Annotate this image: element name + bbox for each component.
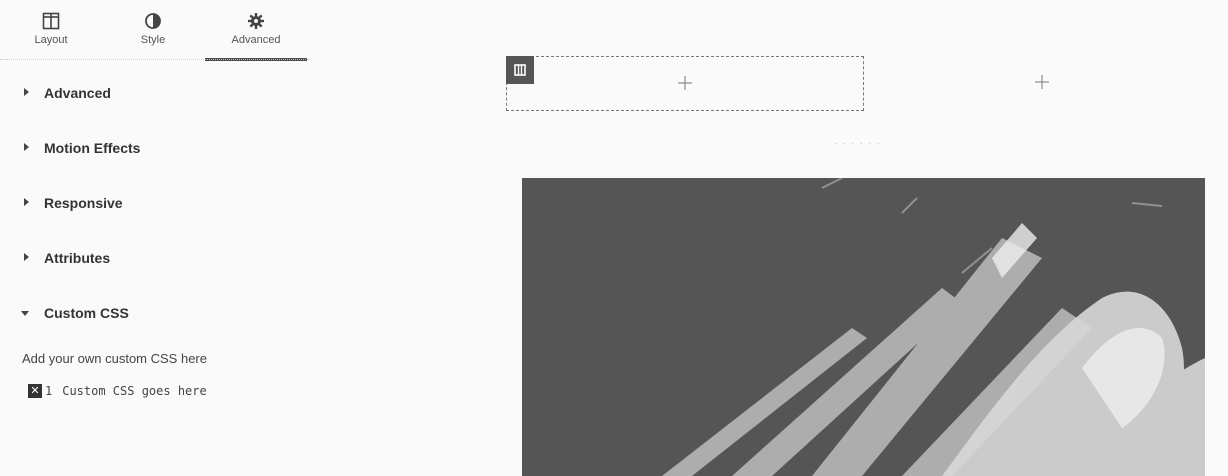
- section-responsive-label: Responsive: [44, 195, 123, 211]
- abstract-brushstroke-image: [522, 178, 1205, 476]
- css-code-editor[interactable]: ✕ 1 Custom CSS goes here: [22, 382, 207, 400]
- caret-right-icon: [24, 143, 29, 151]
- add-column-icon[interactable]: [1035, 75, 1049, 89]
- code-placeholder: Custom CSS goes here: [62, 384, 207, 398]
- section-custom-css-label: Custom CSS: [44, 305, 129, 321]
- panel-tabs: Layout Style Advanced: [0, 0, 310, 61]
- section-advanced-label: Advanced: [44, 85, 111, 101]
- hero-image: [522, 178, 1205, 476]
- caret-right-icon: [24, 88, 29, 96]
- faint-caption: ......: [834, 136, 886, 146]
- line-number: 1: [45, 384, 53, 398]
- section-responsive[interactable]: Responsive: [0, 187, 480, 219]
- column-icon: [514, 64, 526, 76]
- tabs-divider: [0, 59, 310, 61]
- caret-right-icon: [24, 253, 29, 261]
- section-motion-effects-label: Motion Effects: [44, 140, 141, 156]
- tab-style-label: Style: [140, 34, 166, 46]
- contrast-icon: [145, 13, 161, 29]
- section-motion-effects[interactable]: Motion Effects: [0, 132, 480, 164]
- column-placeholder[interactable]: [506, 56, 864, 111]
- error-icon: ✕: [28, 384, 42, 398]
- caret-right-icon: [24, 198, 29, 206]
- section-attributes[interactable]: Attributes: [0, 242, 480, 274]
- caret-down-icon: [21, 311, 29, 316]
- tab-style[interactable]: Style: [102, 0, 204, 58]
- section-custom-css[interactable]: Custom CSS: [0, 297, 480, 329]
- tab-layout[interactable]: Layout: [0, 0, 102, 58]
- tab-advanced-label: Advanced: [231, 34, 281, 46]
- column-handle[interactable]: [506, 56, 534, 84]
- tab-layout-label: Layout: [34, 34, 68, 46]
- add-widget-icon[interactable]: [678, 76, 692, 90]
- tab-advanced[interactable]: Advanced: [205, 0, 307, 61]
- custom-css-hint: Add your own custom CSS here: [22, 351, 207, 366]
- layout-icon: [42, 12, 60, 30]
- section-attributes-label: Attributes: [44, 250, 111, 266]
- section-advanced[interactable]: Advanced: [0, 77, 480, 109]
- settings-panel: Layout Style Advanced Advanced Motion Ef…: [0, 0, 500, 476]
- gear-icon: [248, 13, 264, 29]
